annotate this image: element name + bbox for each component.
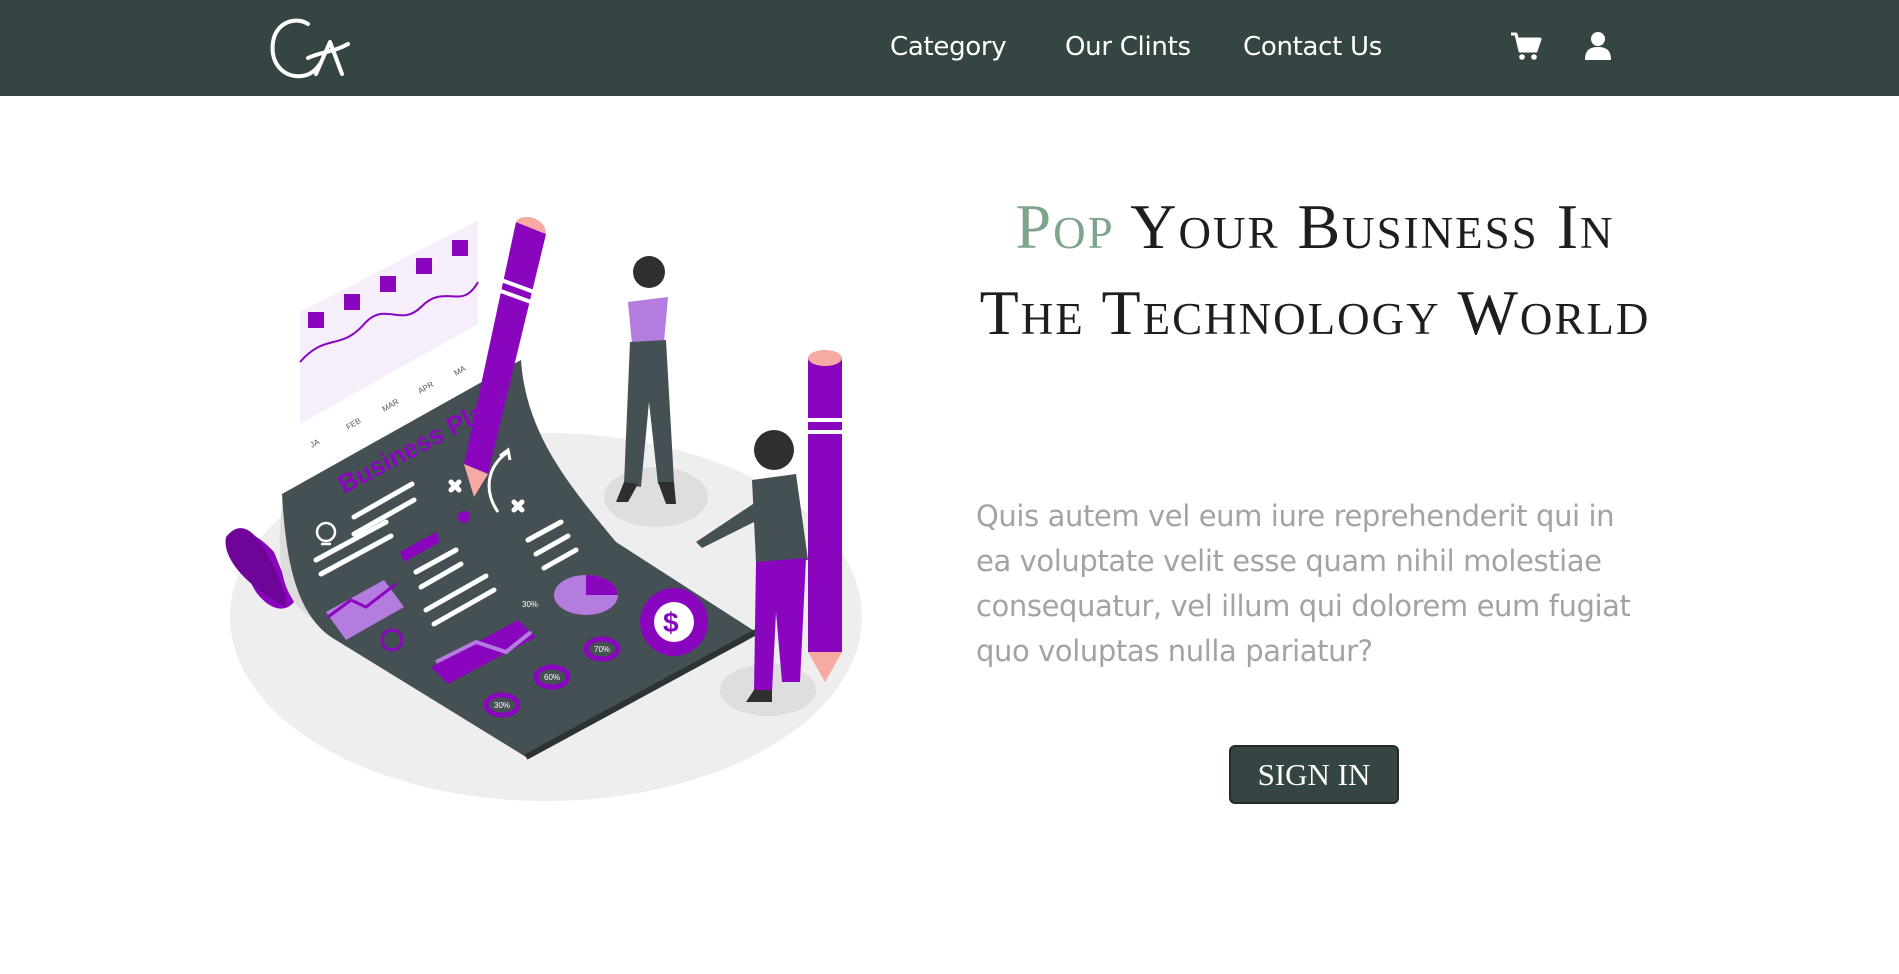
hero-title: Pop Your Business In The Technology Worl…: [960, 184, 1670, 356]
svg-text:30%: 30%: [494, 701, 510, 710]
hero-title-accent: Pop: [1015, 191, 1115, 262]
cart-icon[interactable]: [1510, 31, 1542, 61]
brand-logo[interactable]: CA: [268, 14, 354, 84]
svg-text:60%: 60%: [544, 673, 560, 682]
business-plan-illustration: Business Plan $ 30% 60% 70% 30% JA FEB M…: [225, 216, 862, 801]
svg-text:MAR: MAR: [381, 397, 401, 414]
svg-text:FEB: FEB: [345, 416, 363, 432]
nav-link-category[interactable]: Category: [890, 31, 1007, 63]
svg-text:30%: 30%: [522, 600, 538, 609]
svg-text:MA: MA: [453, 364, 468, 378]
hero-description: Quis autem vel eum iure reprehenderit qu…: [976, 499, 1631, 668]
nav-link-our-clints[interactable]: Our Clints: [1065, 31, 1191, 63]
svg-text:JA: JA: [309, 437, 322, 450]
svg-text:70%: 70%: [594, 645, 610, 654]
nav-link-contact-us[interactable]: Contact Us: [1243, 31, 1382, 63]
user-icon[interactable]: [1582, 31, 1614, 61]
dollar-icon: $: [663, 607, 679, 638]
svg-text:APR: APR: [417, 380, 436, 396]
sign-in-button[interactable]: SIGN IN: [1229, 745, 1399, 804]
top-navbar: CA Category Our Clints Contact Us: [0, 0, 1899, 96]
